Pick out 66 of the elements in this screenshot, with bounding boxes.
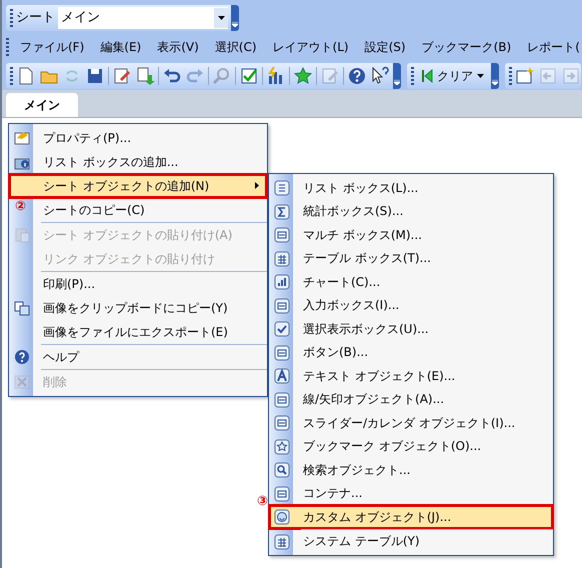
menu-item[interactable]: ブックマーク(B) — [416, 38, 516, 56]
menu-item[interactable]: コンテナ... — [295, 482, 553, 505]
import-icon[interactable] — [135, 66, 155, 86]
menu-item[interactable]: 統計ボックス(S)... — [295, 200, 553, 223]
menu-item[interactable]: ボタン(B)... — [295, 340, 553, 364]
menu-item[interactable]: 印刷(P)... — [35, 272, 267, 296]
menu-item[interactable]: ヘルプ — [35, 345, 267, 369]
menu-item[interactable]: プロパティ(P)... — [35, 126, 267, 150]
delete-icon — [14, 374, 30, 390]
caret-icon — [477, 74, 484, 78]
menu-item[interactable]: 検索オブジェクト... — [295, 458, 553, 482]
overflow-icon[interactable] — [394, 80, 400, 84]
menu-item[interactable]: チャート(C)... — [295, 270, 553, 294]
letter-icon — [274, 368, 290, 384]
button-icon — [274, 344, 290, 360]
menu-item[interactable]: レポート( — [522, 38, 582, 56]
menu-item[interactable]: 画像をクリップボードにコピー(Y) — [35, 296, 267, 320]
help-icon[interactable] — [347, 66, 367, 86]
menu-item[interactable]: マルチ ボックス(M)... — [295, 223, 553, 246]
checkbox-icon[interactable] — [239, 66, 259, 86]
star-icon[interactable] — [293, 66, 313, 86]
help-icon — [14, 349, 30, 365]
paste-icon — [14, 227, 30, 243]
callout-number: ③ — [257, 495, 268, 508]
menu-item[interactable]: 表示(V) — [152, 38, 204, 56]
menu-item[interactable]: 画像をファイルにエクスポート(E) — [35, 320, 267, 344]
smiley-icon — [274, 509, 290, 525]
input-icon — [274, 298, 290, 314]
table-icon — [274, 534, 290, 550]
menu-item[interactable]: テキスト オブジェクト(E)... — [295, 364, 553, 388]
menu-item[interactable]: 設定(S) — [360, 38, 411, 56]
menu-item[interactable]: 選択(C) — [210, 38, 262, 56]
new-window-icon[interactable] — [515, 66, 535, 86]
bar-chart-icon — [274, 274, 290, 290]
menu-item[interactable]: スライダー/カレンダ オブジェクト(I)... — [295, 411, 553, 434]
table-icon — [274, 250, 290, 266]
properties-icon — [14, 130, 30, 146]
search-icon — [274, 462, 290, 478]
menu-item[interactable]: シート オブジェクトの追加(N) — [9, 174, 267, 198]
skip-back-icon — [421, 68, 433, 82]
overflow-icon[interactable] — [232, 22, 238, 26]
pointer-help-icon[interactable] — [370, 66, 390, 86]
menu-item[interactable]: 入力ボックス(I)... — [295, 294, 553, 317]
callout-number: ② — [15, 200, 26, 213]
copy-icon — [14, 300, 30, 316]
menu-item[interactable]: 線/矢印オブジェクト(A)... — [295, 388, 553, 411]
sheet-dropdown[interactable]: メイン — [58, 6, 228, 28]
menu-item[interactable]: 選択表示ボックス(U)... — [295, 317, 553, 340]
overflow-icon[interactable] — [492, 80, 498, 84]
list-icon — [274, 180, 290, 196]
sheet-label: シート — [16, 8, 55, 27]
menu-item[interactable]: ファイル(F) — [15, 38, 90, 56]
menu-item[interactable]: テーブル ボックス(T)... — [295, 246, 553, 270]
menu-item[interactable]: カスタム オブジェクト(J)... — [269, 505, 553, 528]
edit-icon[interactable] — [112, 66, 132, 86]
check-icon — [274, 321, 290, 337]
caret-icon — [218, 16, 224, 20]
menu-item[interactable]: システム テーブル(Y) — [295, 530, 553, 553]
menu-item[interactable]: リスト ボックスの追加... — [35, 150, 267, 174]
sigma-icon — [274, 204, 290, 220]
menu-item[interactable]: ブックマーク オブジェクト(O)... — [295, 434, 553, 458]
sheet-tab[interactable]: メイン — [6, 93, 78, 117]
menu-item[interactable]: レイアウト(L) — [268, 38, 354, 56]
menu-item[interactable]: 編集(E) — [95, 38, 146, 56]
menu-item[interactable]: リスト ボックス(L)... — [295, 176, 553, 200]
menu-item[interactable]: シートのコピー(C) — [35, 198, 267, 222]
